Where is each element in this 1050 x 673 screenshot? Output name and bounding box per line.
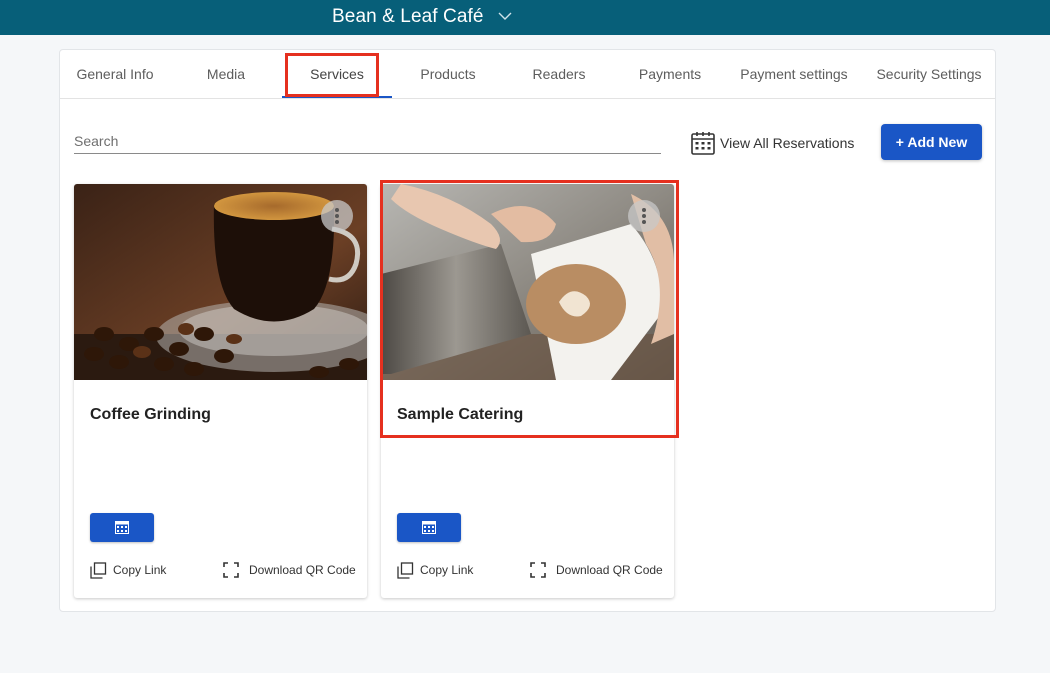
calendar-icon <box>115 521 129 534</box>
tab-payment-settings[interactable]: Payment settings <box>728 50 860 99</box>
search-field <box>74 126 661 154</box>
tab-services[interactable]: Services <box>282 50 392 99</box>
venue-switcher[interactable]: Bean & Leaf Café <box>332 0 512 33</box>
tab-products[interactable]: Products <box>393 50 503 99</box>
chevron-down-icon <box>498 12 512 20</box>
service-card[interactable]: Sample Catering Copy Link Download QR Co… <box>381 184 674 598</box>
download-qr-label: Download QR Code <box>556 563 663 577</box>
copy-link-label: Copy Link <box>113 563 167 577</box>
copy-icon <box>397 561 414 579</box>
view-all-reservations-label: View All Reservations <box>720 135 855 151</box>
schedule-button[interactable] <box>397 513 461 542</box>
download-qr-label: Download QR Code <box>249 563 356 577</box>
venue-settings-panel: General Info Media Services Products Rea… <box>59 49 996 612</box>
copy-link-button[interactable]: Copy Link <box>397 561 473 579</box>
copy-link-button[interactable]: Copy Link <box>90 561 166 579</box>
calendar-icon <box>422 521 436 534</box>
tab-payments[interactable]: Payments <box>615 50 725 99</box>
qr-code-icon <box>530 562 546 578</box>
qr-code-icon <box>223 562 239 578</box>
view-all-reservations-link[interactable]: View All Reservations <box>691 130 854 156</box>
tab-readers[interactable]: Readers <box>504 50 614 99</box>
service-title: Sample Catering <box>397 406 524 423</box>
download-qr-button[interactable]: Download QR Code <box>530 561 663 579</box>
copy-link-label: Copy Link <box>420 563 474 577</box>
add-new-button[interactable]: + Add New <box>881 124 982 160</box>
calendar-icon <box>691 132 715 155</box>
active-tab-indicator <box>282 96 392 98</box>
top-bar: Bean & Leaf Café <box>0 0 1050 35</box>
more-vert-icon[interactable] <box>628 200 660 232</box>
settings-tabs: General Info Media Services Products Rea… <box>60 50 995 99</box>
service-title: Coffee Grinding <box>90 406 211 423</box>
more-vert-icon[interactable] <box>321 200 353 232</box>
tab-media[interactable]: Media <box>171 50 281 99</box>
tab-general-info[interactable]: General Info <box>60 50 170 99</box>
venue-name: Bean & Leaf Café <box>332 5 484 27</box>
download-qr-button[interactable]: Download QR Code <box>223 561 356 579</box>
search-input[interactable] <box>74 126 661 153</box>
schedule-button[interactable] <box>90 513 154 542</box>
tab-security-settings[interactable]: Security Settings <box>866 50 992 99</box>
copy-icon <box>90 561 107 579</box>
service-card[interactable]: Coffee Grinding Copy Link Download QR Co… <box>74 184 367 598</box>
